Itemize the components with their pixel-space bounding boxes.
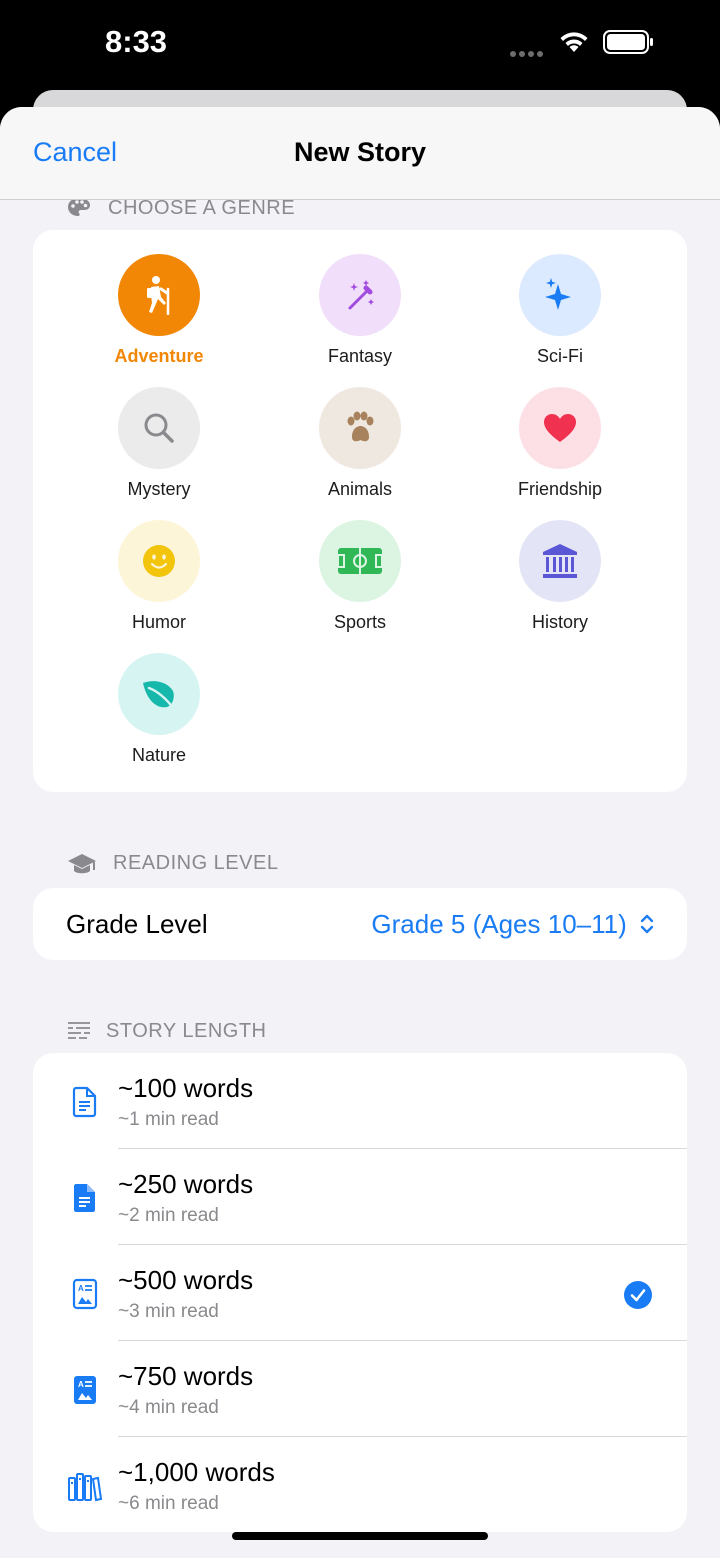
story-length-list: ~100 words ~1 min read ~250 words ~2 min…: [33, 1053, 687, 1532]
length-words: ~250 words: [118, 1169, 254, 1199]
length-words: ~750 words: [118, 1361, 254, 1391]
grade-level-selected: Grade 5 (Ages 10–11): [371, 909, 627, 939]
doc-richtext-outline-icon: A: [72, 1278, 98, 1310]
doc-outline-icon: [72, 1086, 97, 1118]
genre-history[interactable]: History: [460, 520, 660, 633]
grade-level-picker[interactable]: Grade Level Grade 5 (Ages 10–11): [33, 888, 687, 960]
graduation-cap-icon: [68, 854, 96, 874]
genre-label: Fantasy: [327, 346, 393, 366]
heart-icon: [519, 387, 601, 469]
cellular-signal-icon: [510, 44, 546, 57]
genre-mystery[interactable]: Mystery: [59, 387, 259, 500]
new-story-sheet: Cancel New Story CHOOSE A GENRE Adventur…: [0, 107, 720, 1558]
length-option-750[interactable]: A ~750 words ~4 min read: [33, 1341, 687, 1437]
length-option-250[interactable]: ~250 words ~2 min read: [33, 1149, 687, 1245]
genre-adventure[interactable]: Adventure: [59, 254, 259, 367]
length-words: ~500 words: [118, 1265, 254, 1295]
genre-humor[interactable]: Humor: [59, 520, 259, 633]
length-read-time: ~2 min read: [118, 1205, 219, 1226]
genre-fantasy[interactable]: Fantasy: [260, 254, 460, 367]
genre-label: Friendship: [517, 479, 603, 499]
genre-label: Mystery: [127, 479, 191, 499]
reading-level-section-title: READING LEVEL: [113, 852, 279, 874]
reading-level-section-header: READING LEVEL: [67, 850, 467, 880]
length-words: ~1,000 words: [118, 1457, 275, 1487]
genre-label: Sports: [333, 612, 387, 632]
grade-level-value[interactable]: Grade 5 (Ages 10–11): [371, 909, 654, 940]
genre-label: Nature: [131, 745, 187, 765]
genre-label: Animals: [327, 479, 393, 499]
smiley-icon: [118, 520, 200, 602]
svg-text:A: A: [78, 1380, 84, 1389]
genre-animals[interactable]: Animals: [260, 387, 460, 500]
checkmark-circle-icon: [624, 1281, 652, 1309]
svg-text:A: A: [78, 1284, 84, 1293]
soccer-field-icon: [319, 520, 401, 602]
length-read-time: ~1 min read: [118, 1109, 219, 1130]
hiker-icon: [118, 254, 200, 336]
status-bar: 8:33: [0, 0, 720, 92]
genre-sci-fi[interactable]: Sci-Fi: [460, 254, 660, 367]
length-option-1000[interactable]: ~1,000 words ~6 min read: [33, 1437, 687, 1533]
page-title: New Story: [293, 137, 427, 167]
length-option-500[interactable]: A ~500 words ~3 min read: [33, 1245, 687, 1341]
story-length-section-header: STORY LENGTH: [67, 1018, 467, 1048]
genre-friendship[interactable]: Friendship: [460, 387, 660, 500]
magic-wand-icon: [319, 254, 401, 336]
genre-label: History: [531, 612, 588, 632]
wifi-icon: [560, 32, 588, 52]
length-option-100[interactable]: ~100 words ~1 min read: [33, 1053, 687, 1149]
palette-icon: [68, 198, 90, 216]
doc-richtext-filled-icon: A: [74, 1376, 96, 1404]
length-read-time: ~4 min read: [118, 1397, 219, 1418]
sparkles-icon: [519, 254, 601, 336]
chevron-up-down-icon: [640, 914, 654, 934]
doc-filled-icon: [74, 1184, 95, 1212]
story-length-section-title: STORY LENGTH: [106, 1020, 267, 1042]
genre-label: Humor: [131, 612, 186, 632]
grade-level-label: Grade Level: [66, 909, 208, 939]
leaf-icon: [118, 653, 200, 735]
building-columns-icon: [519, 520, 601, 602]
genre-card: Adventure Fantasy Sci-Fi Mystery Animals…: [33, 230, 687, 792]
navigation-bar: Cancel New Story: [0, 107, 720, 200]
home-indicator[interactable]: [232, 1532, 488, 1540]
length-read-time: ~6 min read: [118, 1493, 219, 1514]
genre-label: Adventure: [114, 346, 204, 366]
length-words: ~100 words: [118, 1073, 254, 1103]
genre-section-title: CHOOSE A GENRE: [108, 197, 296, 219]
magnifying-glass-icon: [118, 387, 200, 469]
genre-sports[interactable]: Sports: [260, 520, 460, 633]
status-time: 8:33: [105, 24, 168, 59]
paw-icon: [319, 387, 401, 469]
text-lines-icon: [68, 1022, 90, 1039]
genre-nature[interactable]: Nature: [59, 653, 259, 766]
battery-icon: [603, 30, 653, 54]
genre-label: Sci-Fi: [537, 346, 583, 366]
length-read-time: ~3 min read: [118, 1301, 219, 1322]
books-icon: [68, 1473, 103, 1502]
